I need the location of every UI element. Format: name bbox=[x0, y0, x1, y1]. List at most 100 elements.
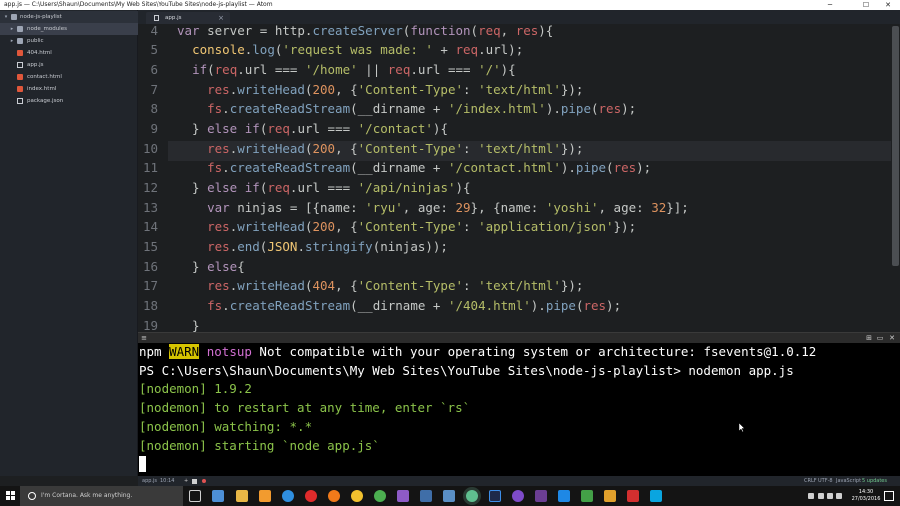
code-line: console.log('request was made: ' + req.u… bbox=[192, 42, 524, 57]
canary-icon[interactable] bbox=[351, 490, 363, 502]
line-number: 17 bbox=[142, 278, 158, 293]
task-view-icon[interactable] bbox=[189, 490, 201, 502]
app-icon[interactable] bbox=[420, 490, 432, 502]
warn-code: notsup bbox=[206, 344, 252, 359]
code-editor[interactable]: 4 5 6 7 8 9 10 11 12 13 14 15 16 17 18 1… bbox=[138, 24, 900, 332]
status-grammar[interactable]: JavaScript bbox=[836, 476, 861, 486]
scrollbar-thumb[interactable] bbox=[892, 26, 899, 266]
app-icon[interactable] bbox=[443, 490, 455, 502]
tree-root-label: node-js-playlist bbox=[20, 14, 62, 20]
maximize-button[interactable]: ☐ bbox=[856, 0, 876, 10]
line-number: 15 bbox=[142, 239, 158, 254]
ie-icon[interactable] bbox=[282, 490, 294, 502]
code-line: } else{ bbox=[177, 259, 245, 274]
code-line: if(req.url === '/home' || req.url === '/… bbox=[192, 62, 516, 77]
nodemon-line: [nodemon] 1.9.2 bbox=[139, 381, 252, 396]
tree-root-project[interactable]: ▾ node-js-playlist bbox=[0, 11, 138, 23]
tree-item-label: package.json bbox=[27, 98, 64, 104]
close-tab-icon[interactable]: × bbox=[218, 12, 224, 24]
terminal-panel[interactable]: npm WARN notsup Not compatible with your… bbox=[138, 343, 900, 476]
windows-taskbar: I'm Cortana. Ask me anything. 14:30 27/0… bbox=[0, 486, 900, 506]
tree-item-contact-html[interactable]: contact.html bbox=[0, 71, 138, 83]
nodemon-line: [nodemon] to restart at any time, enter … bbox=[139, 400, 471, 415]
store-icon[interactable] bbox=[259, 490, 271, 502]
add-terminal-icon[interactable]: + bbox=[184, 476, 188, 486]
code-line: var server = http.createServer(function(… bbox=[177, 24, 554, 38]
tree-item-node-modules[interactable]: ▸ node_modules bbox=[0, 23, 138, 35]
warn-prefix: npm bbox=[139, 344, 170, 359]
line-number: 12 bbox=[142, 180, 158, 195]
tree-item-public[interactable]: ▸ public bbox=[0, 35, 138, 47]
js-file-icon bbox=[154, 15, 159, 21]
app-icon[interactable] bbox=[512, 490, 524, 502]
json-file-icon bbox=[17, 98, 23, 104]
terminal-maximize-icon[interactable]: ⊞ bbox=[865, 334, 873, 342]
code-line: res.writeHead(404, {'Content-Type': 'tex… bbox=[207, 278, 584, 293]
tree-item-package-json[interactable]: package.json bbox=[0, 95, 138, 107]
visual-studio-icon[interactable] bbox=[397, 490, 409, 502]
close-button[interactable]: ✕ bbox=[878, 0, 898, 10]
code-line: res.writeHead(200, {'Content-Type': 'tex… bbox=[207, 141, 584, 156]
terminal-menu-icon[interactable]: ≡ bbox=[140, 334, 148, 342]
line-number: 9 bbox=[150, 121, 158, 136]
cortana-icon bbox=[28, 492, 36, 500]
code-line: res.writeHead(200, {'Content-Type': 'app… bbox=[207, 219, 637, 234]
app-icon[interactable] bbox=[604, 490, 616, 502]
edge-browser-icon[interactable] bbox=[212, 490, 224, 502]
wifi-icon[interactable] bbox=[818, 493, 824, 499]
warn-text: Not compatible with your operating syste… bbox=[251, 344, 817, 359]
html-file-icon bbox=[17, 86, 23, 92]
firefox-icon[interactable] bbox=[328, 490, 340, 502]
status-updates[interactable]: 5 updates bbox=[862, 476, 887, 486]
line-number: 4 bbox=[150, 24, 158, 38]
volume-icon[interactable] bbox=[827, 493, 833, 499]
clock[interactable]: 14:30 27/03/2016 bbox=[846, 489, 886, 503]
line-number: 18 bbox=[142, 298, 158, 313]
powershell-icon[interactable] bbox=[558, 490, 570, 502]
line-number: 10 bbox=[142, 141, 158, 156]
minimize-button[interactable]: ─ bbox=[820, 0, 840, 10]
status-cursor-position[interactable]: 10:14 bbox=[160, 476, 174, 486]
code-line: fs.createReadStream(__dirname + '/404.ht… bbox=[207, 298, 622, 313]
tree-item-label: 404.html bbox=[27, 50, 52, 56]
tray-chevron-icon[interactable] bbox=[808, 493, 814, 499]
chrome-icon[interactable] bbox=[374, 490, 386, 502]
terminal-close-icon[interactable]: ✕ bbox=[888, 334, 896, 342]
tree-item-index-html[interactable]: index.html bbox=[0, 83, 138, 95]
tree-item-app-js[interactable]: app.js bbox=[0, 59, 138, 71]
app-icon[interactable] bbox=[535, 490, 547, 502]
opera-icon[interactable] bbox=[305, 490, 317, 502]
warn-badge: WARN bbox=[169, 344, 200, 359]
status-line-ending[interactable]: CRLF bbox=[804, 476, 817, 486]
skype-icon[interactable] bbox=[650, 490, 662, 502]
folder-icon bbox=[11, 14, 17, 20]
code-line: var ninjas = [{name: 'ryu', age: 29}, {n… bbox=[207, 200, 689, 215]
status-bar: app.js 10:14 + CRLF UTF-8 JavaScript 5 u… bbox=[138, 476, 900, 486]
status-encoding[interactable]: UTF-8 bbox=[818, 476, 833, 486]
tab-app-js[interactable]: app.js × bbox=[146, 12, 230, 24]
line-number: 6 bbox=[150, 62, 158, 77]
file-explorer-icon[interactable] bbox=[236, 490, 248, 502]
editor-scrollbar[interactable] bbox=[891, 24, 900, 332]
js-file-icon bbox=[17, 62, 23, 68]
mouse-pointer-icon bbox=[739, 423, 745, 433]
app-icon[interactable] bbox=[627, 490, 639, 502]
status-file-name[interactable]: app.js bbox=[142, 476, 157, 486]
tree-item-404-html[interactable]: 404.html bbox=[0, 47, 138, 59]
keyboard-icon[interactable] bbox=[836, 493, 842, 499]
atom-icon[interactable] bbox=[466, 490, 478, 502]
terminal-minimize-icon[interactable]: ▭ bbox=[876, 334, 884, 342]
terminal-status-dot[interactable] bbox=[202, 479, 206, 483]
terminal-toolbar: ≡ ⊞ ▭ ✕ bbox=[138, 332, 900, 343]
action-center-icon[interactable] bbox=[884, 491, 894, 501]
html-file-icon bbox=[17, 74, 23, 80]
start-button[interactable] bbox=[6, 491, 16, 501]
line-number: 19 bbox=[142, 318, 158, 332]
code-line: } else if(req.url === '/contact'){ bbox=[177, 121, 448, 136]
photoshop-icon[interactable] bbox=[489, 490, 501, 502]
cortana-search-box[interactable]: I'm Cortana. Ask me anything. bbox=[20, 486, 183, 506]
terminal-tab-icon[interactable] bbox=[192, 479, 197, 484]
html-file-icon bbox=[17, 50, 23, 56]
app-icon[interactable] bbox=[581, 490, 593, 502]
line-number: 8 bbox=[150, 101, 158, 116]
